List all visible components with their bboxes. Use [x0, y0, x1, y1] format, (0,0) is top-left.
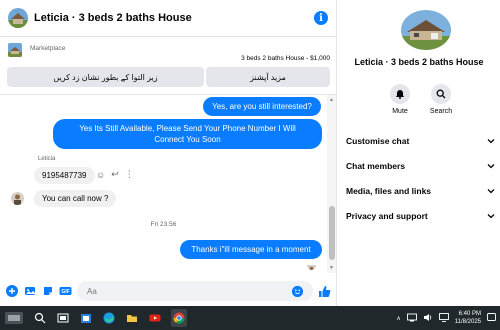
like-icon[interactable]: [318, 285, 331, 298]
conversation-details: Leticia · 3 beds 2 baths House Mute Sear…: [338, 0, 500, 306]
chrome-icon[interactable]: [171, 309, 187, 327]
listing-thumbnail-small[interactable]: [8, 43, 22, 57]
task-view-icon[interactable]: [56, 311, 70, 325]
mute-label: Mute: [392, 108, 408, 115]
read-receipt-avatar: [307, 261, 316, 270]
message-outgoing[interactable]: Yes, are you still interested?: [203, 97, 321, 116]
message-incoming[interactable]: You can call now ?: [34, 190, 117, 207]
message-input-wrapper: [77, 281, 313, 301]
message-line: Connect You Soon: [154, 135, 221, 144]
file-explorer-icon[interactable]: [79, 311, 93, 325]
reply-icon[interactable]: ↩: [111, 169, 119, 180]
volume-icon[interactable]: [423, 313, 433, 324]
message-incoming[interactable]: 9195487739: [34, 167, 95, 184]
svg-text:GIF: GIF: [61, 289, 69, 295]
taskbar: ∧ 6:40 PM 11/8/2025: [0, 306, 500, 330]
chevron-down-icon: [487, 139, 495, 144]
display-icon[interactable]: [438, 312, 449, 324]
sender-name: Leticia: [38, 156, 56, 162]
menu-label: Customise chat: [346, 136, 410, 146]
composer: GIF: [0, 276, 336, 306]
avatar[interactable]: [11, 192, 24, 205]
clock-date: 11/8/2025: [454, 319, 481, 325]
menu-customise-chat[interactable]: Customise chat: [346, 133, 496, 149]
scrollbar-thumb[interactable]: [329, 206, 335, 260]
message-timestamp: Fri 23:56: [150, 221, 177, 228]
emoji-icon[interactable]: [292, 285, 303, 297]
image-icon[interactable]: [23, 285, 36, 298]
mark-pending-button[interactable]: زیر التوا کے بطور نشان زد کریں: [7, 67, 204, 87]
listing-title-price[interactable]: 3 beds 2 baths House - $1,000: [241, 55, 330, 62]
message-outgoing[interactable]: Yes Its Still Available, Please Send You…: [53, 119, 322, 149]
marketplace-banner: Marketplace 3 beds 2 baths House - $1,00…: [0, 37, 336, 95]
youtube-icon[interactable]: [148, 311, 162, 325]
chevron-down-icon: [487, 164, 495, 169]
clock-time: 6:40 PM: [458, 311, 481, 317]
more-icon[interactable]: ⋮: [125, 169, 134, 180]
menu-media-files-links[interactable]: Media, files and links: [346, 183, 496, 199]
chevron-down-icon: [487, 214, 495, 219]
search-icon: [431, 84, 451, 104]
listing-thumbnail[interactable]: [8, 8, 28, 28]
chevron-down-icon: [487, 189, 495, 194]
bell-icon: [390, 84, 410, 104]
gif-icon[interactable]: GIF: [59, 285, 72, 298]
marketplace-label: Marketplace: [30, 45, 66, 52]
message-line: Yes Its Still Available, Please Send You…: [79, 124, 296, 133]
folder-icon[interactable]: [125, 311, 139, 325]
start-icon[interactable]: [4, 311, 24, 325]
edge-icon[interactable]: [102, 311, 116, 325]
more-options-button[interactable]: مزید آپشنز: [206, 67, 330, 87]
message-list: Yes, are you still interested? Yes Its S…: [0, 95, 327, 273]
clock[interactable]: 6:40 PM 11/8/2025: [455, 310, 481, 326]
system-tray: ∧ 6:40 PM 11/8/2025: [396, 306, 496, 330]
network-icon[interactable]: [406, 313, 417, 324]
mute-button[interactable]: Mute: [380, 84, 420, 115]
menu-chat-members[interactable]: Chat members: [346, 158, 496, 174]
scroll-down-icon[interactable]: ▼: [329, 265, 334, 271]
message-input[interactable]: [87, 286, 292, 296]
conversation-name: Leticia · 3 beds 2 baths House: [354, 57, 484, 67]
menu-label: Privacy and support: [346, 211, 428, 221]
listing-photo[interactable]: [401, 10, 451, 50]
menu-label: Chat members: [346, 161, 406, 171]
info-icon[interactable]: i: [314, 11, 328, 25]
search-button[interactable]: Search: [421, 84, 461, 115]
plus-icon[interactable]: [5, 285, 18, 298]
chat-title: Leticia · 3 beds 2 baths House: [34, 12, 192, 24]
search-label: Search: [429, 108, 453, 115]
menu-privacy-support[interactable]: Privacy and support: [346, 208, 496, 224]
sticker-icon[interactable]: [41, 285, 54, 298]
notification-icon[interactable]: [487, 312, 496, 324]
chevron-up-icon[interactable]: ∧: [396, 315, 400, 322]
chat-header: Leticia · 3 beds 2 baths House i: [0, 0, 336, 37]
react-icon[interactable]: ☺: [96, 170, 105, 180]
message-actions: ☺ ↩ ⋮: [96, 169, 134, 180]
menu-label: Media, files and links: [346, 186, 432, 196]
message-outgoing[interactable]: Thanks i"ill message in a moment: [180, 240, 322, 259]
scroll-up-icon[interactable]: ▲: [329, 97, 334, 103]
chat-pane: Leticia · 3 beds 2 baths House i Marketp…: [0, 0, 337, 306]
search-icon[interactable]: [33, 311, 47, 325]
